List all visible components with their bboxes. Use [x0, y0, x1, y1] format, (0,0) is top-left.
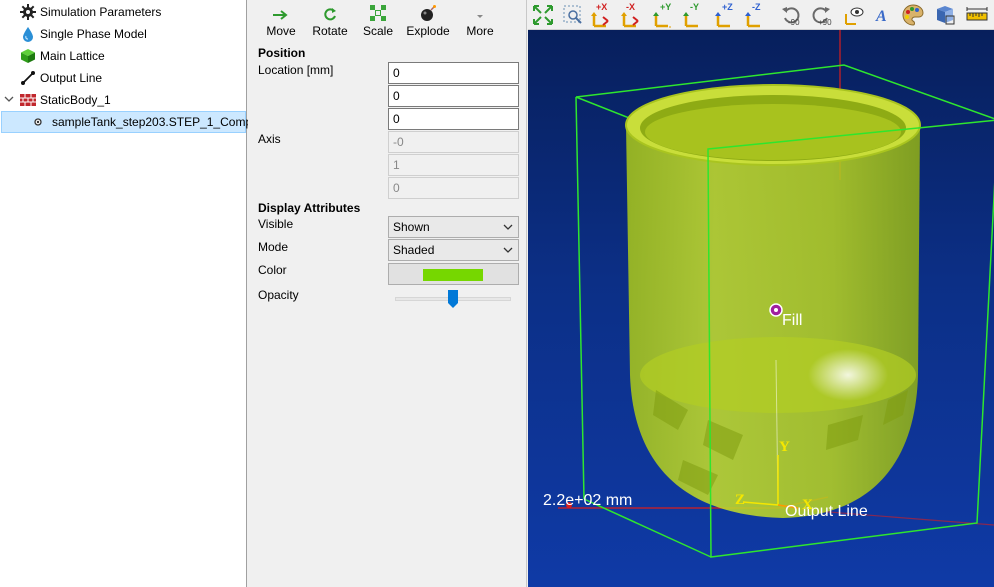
- scale-button[interactable]: Scale: [360, 0, 396, 42]
- dropdown-arrow-icon: [475, 0, 485, 22]
- visible-label: Visible: [258, 217, 294, 231]
- tree-item-label: sampleTank_step203.STEP_1_Compou: [52, 115, 266, 129]
- mode-select[interactable]: Shaded: [388, 239, 519, 261]
- location-label: Location [mm]: [258, 63, 334, 77]
- collapse-chevron-icon[interactable]: [4, 94, 14, 104]
- location-z-field[interactable]: 0: [388, 108, 519, 130]
- move-button[interactable]: Move: [260, 0, 302, 42]
- font-button[interactable]: A: [870, 2, 896, 28]
- tree-item-label: Main Lattice: [40, 49, 105, 63]
- bomb-icon: [419, 0, 437, 22]
- view-cube-button[interactable]: [932, 2, 958, 28]
- axis-x-label: X: [802, 497, 813, 513]
- font-a-icon: A: [875, 8, 887, 25]
- opacity-label: Opacity: [258, 288, 299, 302]
- tree-item-simulation-parameters[interactable]: Simulation Parameters: [20, 1, 161, 23]
- axis-y-field: 1: [388, 154, 519, 176]
- view-plus-x-button[interactable]: +X: [590, 2, 616, 28]
- tree-item-label: Single Phase Model: [40, 27, 147, 41]
- view-minus-x-button[interactable]: -X: [620, 2, 646, 28]
- chevron-down-icon: [503, 247, 513, 253]
- rotate-button[interactable]: Rotate: [308, 0, 352, 42]
- tree-item-staticbody[interactable]: StaticBody_1: [20, 89, 111, 111]
- color-swatch: [423, 269, 483, 281]
- lattice-cube-icon: [20, 48, 36, 64]
- water-drop-icon: [20, 26, 36, 42]
- view-toolbar: +X -X +Y -Y +Z -Z -90 +90 A: [528, 0, 994, 30]
- rotate-ccw-button[interactable]: -90: [778, 2, 804, 28]
- color-label: Color: [258, 263, 287, 277]
- gear-icon: [20, 4, 36, 20]
- fill-marker: [769, 303, 783, 317]
- 3d-scene-canvas[interactable]: Fill Output Line 2.2e+02 mm Y Z X: [528, 30, 994, 587]
- tree-item-label: StaticBody_1: [40, 93, 111, 107]
- zoom-box-icon: [563, 5, 582, 24]
- scale-label: 2.2e+02 mm: [543, 492, 633, 509]
- svg-text:A: A: [875, 8, 887, 25]
- brick-wall-icon: [20, 92, 36, 108]
- color-palette-button[interactable]: [900, 2, 926, 28]
- tank-model: [625, 84, 921, 518]
- position-header: Position: [258, 46, 306, 60]
- eye-axes-icon: [845, 7, 864, 25]
- rotate-arrow-icon: [322, 0, 338, 22]
- axis-z-field: 0: [388, 177, 519, 199]
- color-picker-button[interactable]: [388, 263, 519, 285]
- location-x-field[interactable]: 0: [388, 62, 519, 84]
- view-minus-y-button[interactable]: -Y: [682, 2, 708, 28]
- tree-item-single-phase-model[interactable]: Single Phase Model: [20, 23, 147, 45]
- visibility-button[interactable]: [840, 2, 866, 28]
- dot-icon: [32, 114, 48, 130]
- fit-all-button[interactable]: [530, 2, 556, 28]
- palette-icon: [902, 4, 924, 26]
- tree-item-main-lattice[interactable]: Main Lattice: [20, 45, 105, 67]
- measure-ruler-button[interactable]: [964, 2, 990, 28]
- fit-all-icon: [533, 5, 553, 25]
- view-plus-y-button[interactable]: +Y: [652, 2, 678, 28]
- axis-z-label: Z: [735, 492, 746, 508]
- view-cube-icon: [937, 6, 955, 25]
- axis-y-label: Y: [779, 439, 790, 455]
- opacity-slider-thumb[interactable]: [447, 289, 459, 309]
- rotate-cw-button[interactable]: +90: [808, 2, 834, 28]
- tree-item-output-line[interactable]: Output Line: [20, 67, 102, 89]
- axis-x-field: -0: [388, 131, 519, 153]
- move-arrow-icon: [271, 0, 291, 22]
- mode-select-value: Shaded: [393, 243, 435, 257]
- visible-select-value: Shown: [393, 220, 430, 234]
- tree-item-label: Simulation Parameters: [40, 5, 162, 19]
- display-attributes-header: Display Attributes: [258, 201, 361, 215]
- zoom-box-button[interactable]: [560, 2, 586, 28]
- scale-arrows-icon: [369, 0, 387, 22]
- ruler-icon: [966, 7, 988, 21]
- mode-label: Mode: [258, 240, 289, 254]
- visible-select[interactable]: Shown: [388, 216, 519, 238]
- line-segment-icon: [20, 70, 36, 86]
- 3d-viewport[interactable]: +X -X +Y -Y +Z -Z -90 +90 A Fill Output …: [528, 0, 994, 587]
- fill-label: Fill: [782, 312, 803, 329]
- more-button[interactable]: More: [462, 0, 498, 42]
- tree-item-sampletank-compound[interactable]: sampleTank_step203.STEP_1_Compou: [1, 111, 265, 133]
- view-plus-z-button[interactable]: +Z: [714, 2, 740, 28]
- scene-tree-panel: Simulation Parameters Single Phase Model…: [0, 0, 265, 587]
- properties-panel: Move Rotate Scale Explode More Position …: [248, 0, 527, 587]
- view-minus-z-button[interactable]: -Z: [744, 2, 770, 28]
- chevron-down-icon: [503, 224, 513, 230]
- output-line-label: Output Line: [785, 503, 868, 520]
- tree-item-label: Output Line: [40, 71, 103, 85]
- explode-button[interactable]: Explode: [404, 0, 452, 42]
- location-y-field[interactable]: 0: [388, 85, 519, 107]
- axis-label: Axis: [258, 132, 281, 146]
